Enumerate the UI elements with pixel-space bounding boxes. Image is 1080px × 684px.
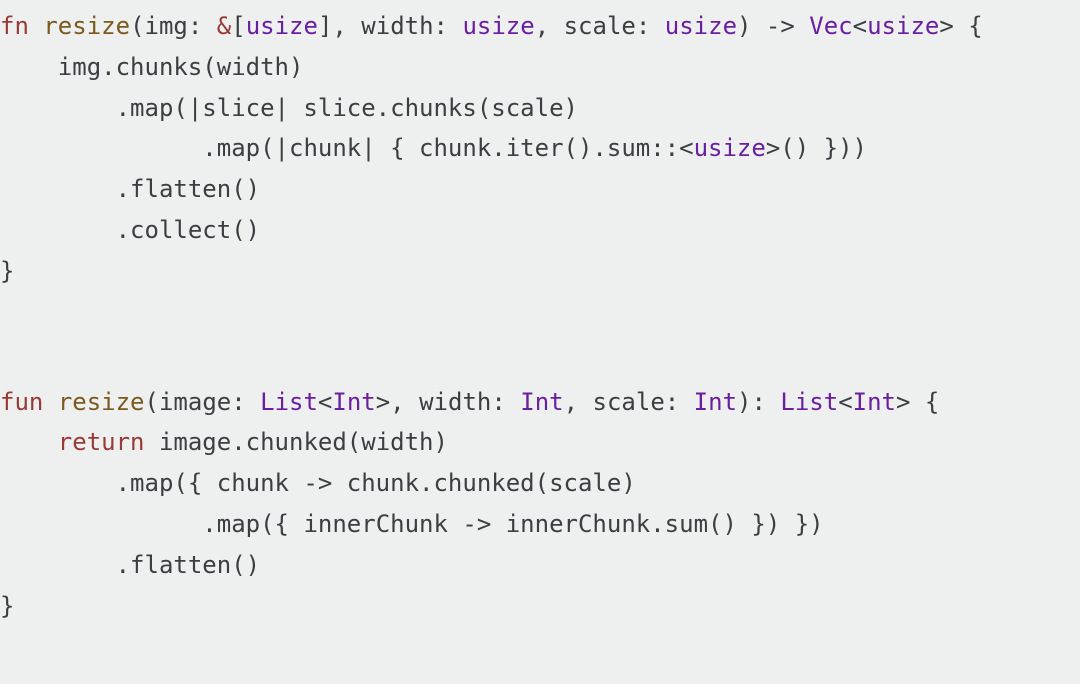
type-usize: usize [867,12,939,40]
fn-name: resize [43,12,130,40]
kotlin-block: fun resize(image: List<Int>, width: Int,… [0,388,939,620]
type-usize: usize [694,134,766,162]
type-usize: usize [246,12,318,40]
type-int: Int [853,388,896,416]
line-2: img.chunks(width) [58,53,304,81]
param-image: image [159,388,231,416]
code-block: fn resize(img: &[usize], width: usize, s… [0,0,1080,626]
keyword-return: return [58,428,145,456]
line-k2: image.chunked(width) [145,428,448,456]
line-5: .flatten() [116,175,261,203]
type-int: Int [694,388,737,416]
param-scale: scale [593,388,665,416]
line-close: } [0,257,14,285]
line-4a: .map(|chunk| { chunk.iter().sum:: [202,134,679,162]
type-list: List [260,388,318,416]
param-width: width [361,12,433,40]
line-6: .collect() [116,216,261,244]
type-usize: usize [462,12,534,40]
ref-amp: & [217,12,231,40]
line-k3: .map({ chunk -> chunk.chunked(scale) [116,469,636,497]
type-vec: Vec [809,12,852,40]
line-kclose: } [0,592,14,620]
type-usize: usize [665,12,737,40]
code-gap [0,292,1080,382]
keyword-fun: fun [0,388,43,416]
param-width: width [419,388,491,416]
line-3: .map(|slice| slice.chunks(scale) [116,94,578,122]
type-int: Int [520,388,563,416]
param-scale: scale [564,12,636,40]
param-img: img [145,12,188,40]
keyword-fn: fn [0,12,29,40]
type-list: List [780,388,838,416]
line-k5: .flatten() [116,551,261,579]
line-1: fn resize(img: &[usize], width: usize, s… [0,12,983,285]
line-k4: .map({ innerChunk -> innerChunk.sum() })… [202,510,823,538]
type-int: Int [332,388,375,416]
fn-name: resize [58,388,145,416]
